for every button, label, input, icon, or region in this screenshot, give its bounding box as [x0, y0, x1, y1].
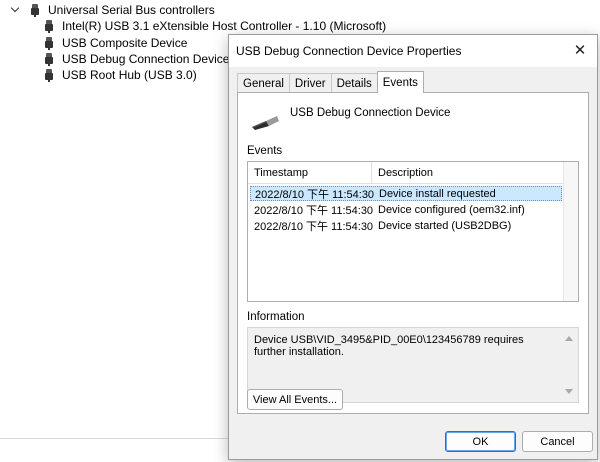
events-list[interactable]: Timestamp Description 2022/8/10 下午 11:54… — [247, 161, 579, 302]
ok-button[interactable]: OK — [445, 431, 516, 452]
usb-icon — [45, 52, 53, 66]
device-label: USB Root Hub (USB 3.0) — [62, 68, 197, 82]
category-label: Universal Serial Bus controllers — [48, 3, 215, 17]
tab-details[interactable]: Details — [330, 73, 378, 93]
event-timestamp: 2022/8/10 下午 11:54:30 — [254, 204, 374, 217]
events-list-header: Timestamp Description — [248, 162, 565, 184]
event-row[interactable]: 2022/8/10 下午 11:54:30 Device started (US… — [250, 218, 562, 233]
device-label: USB Composite Device — [62, 36, 188, 50]
tab-bar: General Driver Details Events — [237, 71, 424, 93]
device-name: USB Debug Connection Device — [290, 107, 451, 119]
information-label: Information — [247, 311, 305, 323]
usb-connector-icon — [252, 116, 279, 130]
dialog-titlebar[interactable]: USB Debug Connection Device Properties ✕ — [229, 35, 597, 67]
properties-dialog: USB Debug Connection Device Properties ✕… — [228, 34, 598, 460]
tree-device-item[interactable]: USB Composite Device — [45, 35, 187, 51]
category-usb-controllers[interactable]: Universal Serial Bus controllers — [11, 2, 215, 18]
event-description: Device configured (oem32.inf) — [378, 203, 525, 216]
event-description: Device started (USB2DBG) — [378, 219, 512, 232]
event-description: Device install requested — [379, 187, 496, 200]
event-row[interactable]: 2022/8/10 下午 11:54:30 Device configured … — [250, 202, 562, 217]
tab-driver[interactable]: Driver — [288, 73, 332, 93]
device-label: USB Debug Connection Device — [62, 52, 230, 66]
scroll-up-icon[interactable] — [565, 336, 573, 341]
column-header-description[interactable]: Description — [372, 162, 565, 184]
scroll-down-icon[interactable] — [565, 389, 573, 394]
divider — [0, 438, 230, 439]
tree-device-item[interactable]: USB Debug Connection Device — [45, 51, 229, 67]
event-row[interactable]: 2022/8/10 下午 11:54:30 Device install req… — [250, 186, 562, 201]
column-header-timestamp[interactable]: Timestamp — [248, 162, 372, 184]
cancel-button[interactable]: Cancel — [522, 431, 593, 452]
view-all-events-button[interactable]: View All Events... — [247, 389, 343, 410]
event-timestamp: 2022/8/10 下午 11:54:30 — [254, 220, 374, 233]
dialog-title: USB Debug Connection Device Properties — [236, 44, 462, 58]
tree-device-item[interactable]: USB Root Hub (USB 3.0) — [45, 67, 197, 83]
events-scrollbar[interactable] — [563, 162, 578, 301]
tree-device-item[interactable]: Intel(R) USB 3.1 eXtensible Host Control… — [45, 18, 386, 34]
events-label: Events — [247, 145, 283, 157]
tab-general[interactable]: General — [237, 73, 290, 93]
events-panel: USB Debug Connection Device Events Times… — [237, 92, 589, 414]
information-scrollbar[interactable] — [561, 328, 578, 402]
event-timestamp: 2022/8/10 下午 11:54:30 — [255, 188, 375, 201]
tab-events[interactable]: Events — [376, 71, 424, 93]
close-button[interactable]: ✕ — [563, 35, 597, 65]
usb-icon — [45, 36, 53, 50]
device-label: Intel(R) USB 3.1 eXtensible Host Control… — [62, 19, 387, 33]
chevron-down-icon[interactable] — [11, 5, 21, 15]
usb-icon — [31, 3, 39, 17]
information-text: Device USB\VID_3495&PID_00E0\123456789 r… — [254, 334, 524, 358]
usb-icon — [45, 68, 53, 82]
usb-icon — [45, 19, 53, 33]
